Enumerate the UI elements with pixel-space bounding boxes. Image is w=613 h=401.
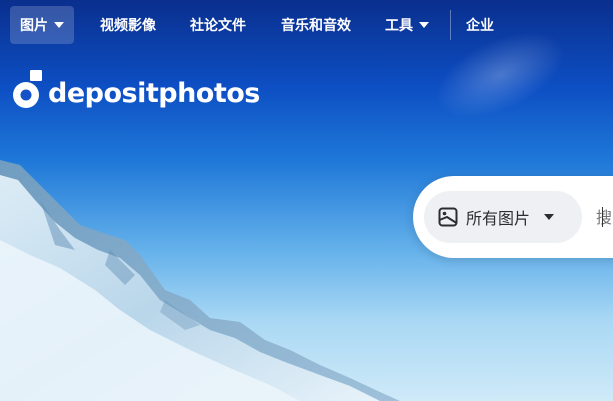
search-category-select[interactable]: 所有图片 [424, 191, 582, 243]
nav-item-music-audio[interactable]: 音乐和音效 [281, 6, 351, 44]
nav-divider [450, 10, 451, 40]
nav-item-label: 工具 [385, 18, 413, 34]
nav-item-label: 社论文件 [190, 18, 246, 34]
search-category-label: 所有图片 [466, 209, 531, 228]
top-navigation: 图片 视频影像 社论文件 音乐和音效 工具 企业 [0, 0, 613, 50]
hero-banner: 图片 视频影像 社论文件 音乐和音效 工具 企业 depositphotos 所… [0, 0, 613, 401]
depositphotos-logo[interactable]: depositphotos [12, 70, 260, 110]
chevron-down-icon [54, 22, 64, 28]
image-square-icon [438, 207, 458, 227]
nav-item-label: 企业 [466, 18, 494, 34]
nav-item-label: 音乐和音效 [281, 18, 351, 34]
nav-item-images[interactable]: 图片 [10, 6, 74, 44]
search-input[interactable] [596, 200, 613, 234]
nav-item-editorial[interactable]: 社论文件 [190, 6, 246, 44]
nav-item-tools[interactable]: 工具 [385, 6, 429, 44]
logo-wordmark: depositphotos [48, 77, 260, 109]
text-cursor [602, 207, 603, 227]
chevron-down-icon [419, 22, 429, 28]
nav-item-label: 视频影像 [100, 18, 156, 34]
nav-item-label: 图片 [20, 18, 48, 34]
chevron-down-icon [544, 214, 555, 220]
nav-item-enterprise[interactable]: 企业 [466, 6, 494, 44]
depositphotos-logo-icon [13, 70, 42, 108]
search-bar: 所有图片 [413, 176, 613, 258]
nav-item-videos[interactable]: 视频影像 [100, 6, 156, 44]
